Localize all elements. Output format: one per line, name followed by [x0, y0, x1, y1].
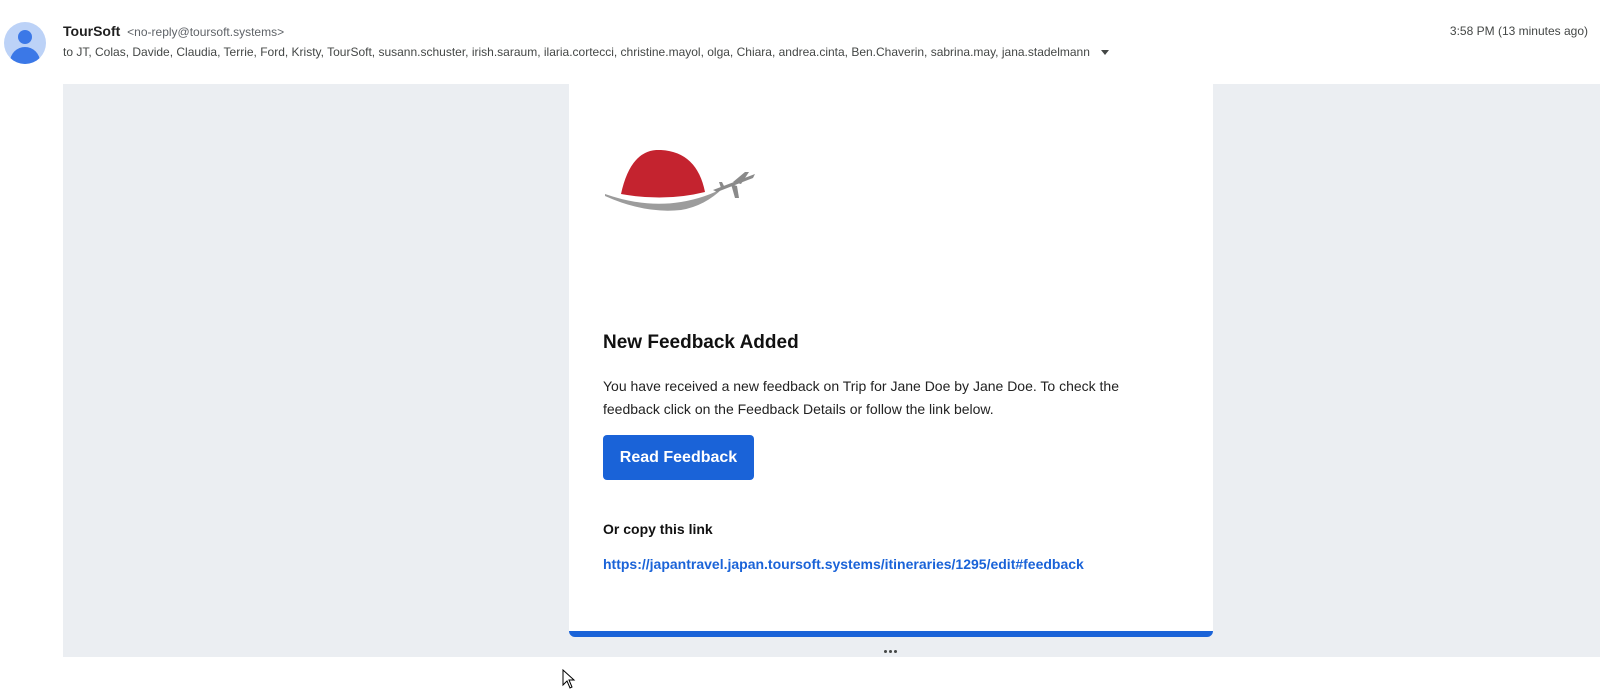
ellipsis-dot [888, 649, 892, 653]
read-feedback-button[interactable]: Read Feedback [603, 435, 754, 480]
email-body-text: You have received a new feedback on Trip… [603, 378, 1119, 417]
email-title: New Feedback Added [603, 332, 799, 353]
timestamp: 3:58 PM (13 minutes ago) [1449, 24, 1588, 38]
copy-link-label: Or copy this link [603, 521, 713, 537]
avatar-head [18, 30, 32, 44]
sender-avatar[interactable] [4, 22, 46, 64]
mouse-cursor-icon [562, 669, 576, 689]
recipients-line: to JT, Colas, Davide, Claudia, Terrie, F… [63, 45, 1110, 59]
sender-email: <no-reply@toursoft.systems> [127, 25, 285, 39]
feedback-link[interactable]: https://japantravel.japan.toursoft.syste… [603, 556, 1084, 572]
recipients-text: to JT, Colas, Davide, Claudia, Terrie, F… [63, 45, 1090, 59]
ellipsis-icon[interactable] [878, 645, 902, 657]
ellipsis-dot [893, 649, 897, 653]
ellipsis-dot [883, 649, 887, 653]
email-card: New Feedback Added You have received a n… [569, 84, 1213, 637]
caret-down-icon[interactable] [1101, 50, 1110, 56]
sender-line: TourSoft <no-reply@toursoft.systems> [63, 23, 284, 39]
sender-name[interactable]: TourSoft [63, 23, 120, 39]
red-sun-airplane-logo [605, 150, 755, 211]
avatar-shoulders [10, 47, 40, 64]
